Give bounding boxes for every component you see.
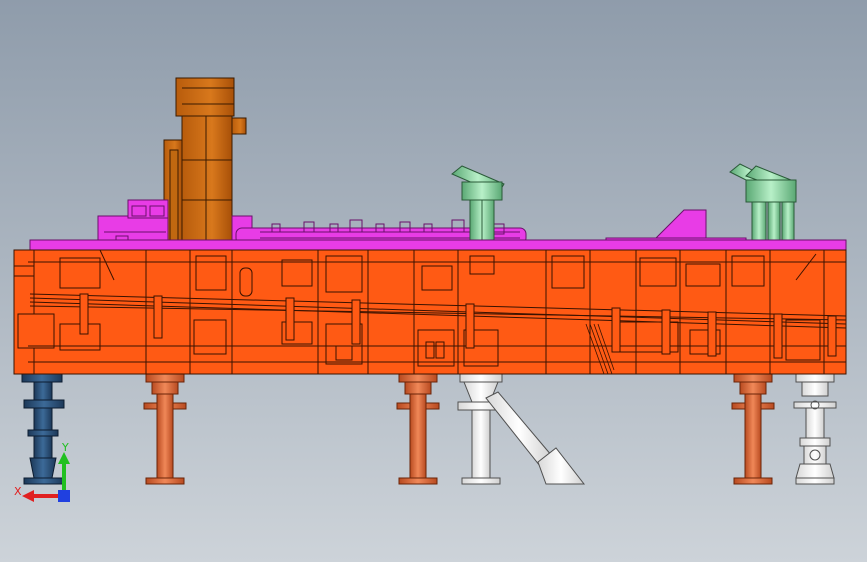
support-post-copper-3 bbox=[731, 371, 775, 485]
support-post-white-2 bbox=[793, 371, 837, 485]
top-plate bbox=[29, 239, 847, 251]
cad-viewport[interactable]: Y X bbox=[0, 0, 867, 562]
main-base bbox=[13, 249, 847, 375]
support-post-copper-1 bbox=[143, 371, 187, 485]
magenta-ramp-right bbox=[605, 209, 747, 245]
x-axis-label: X bbox=[14, 485, 22, 498]
magenta-clamp-left bbox=[97, 199, 169, 245]
coordinate-triad: Y X bbox=[14, 440, 74, 506]
green-post-right-cluster bbox=[729, 163, 797, 245]
support-post-white-angled bbox=[457, 371, 586, 485]
y-axis-label: Y bbox=[62, 441, 69, 454]
cad-model-view[interactable] bbox=[0, 0, 867, 562]
support-post-copper-2 bbox=[396, 371, 440, 485]
